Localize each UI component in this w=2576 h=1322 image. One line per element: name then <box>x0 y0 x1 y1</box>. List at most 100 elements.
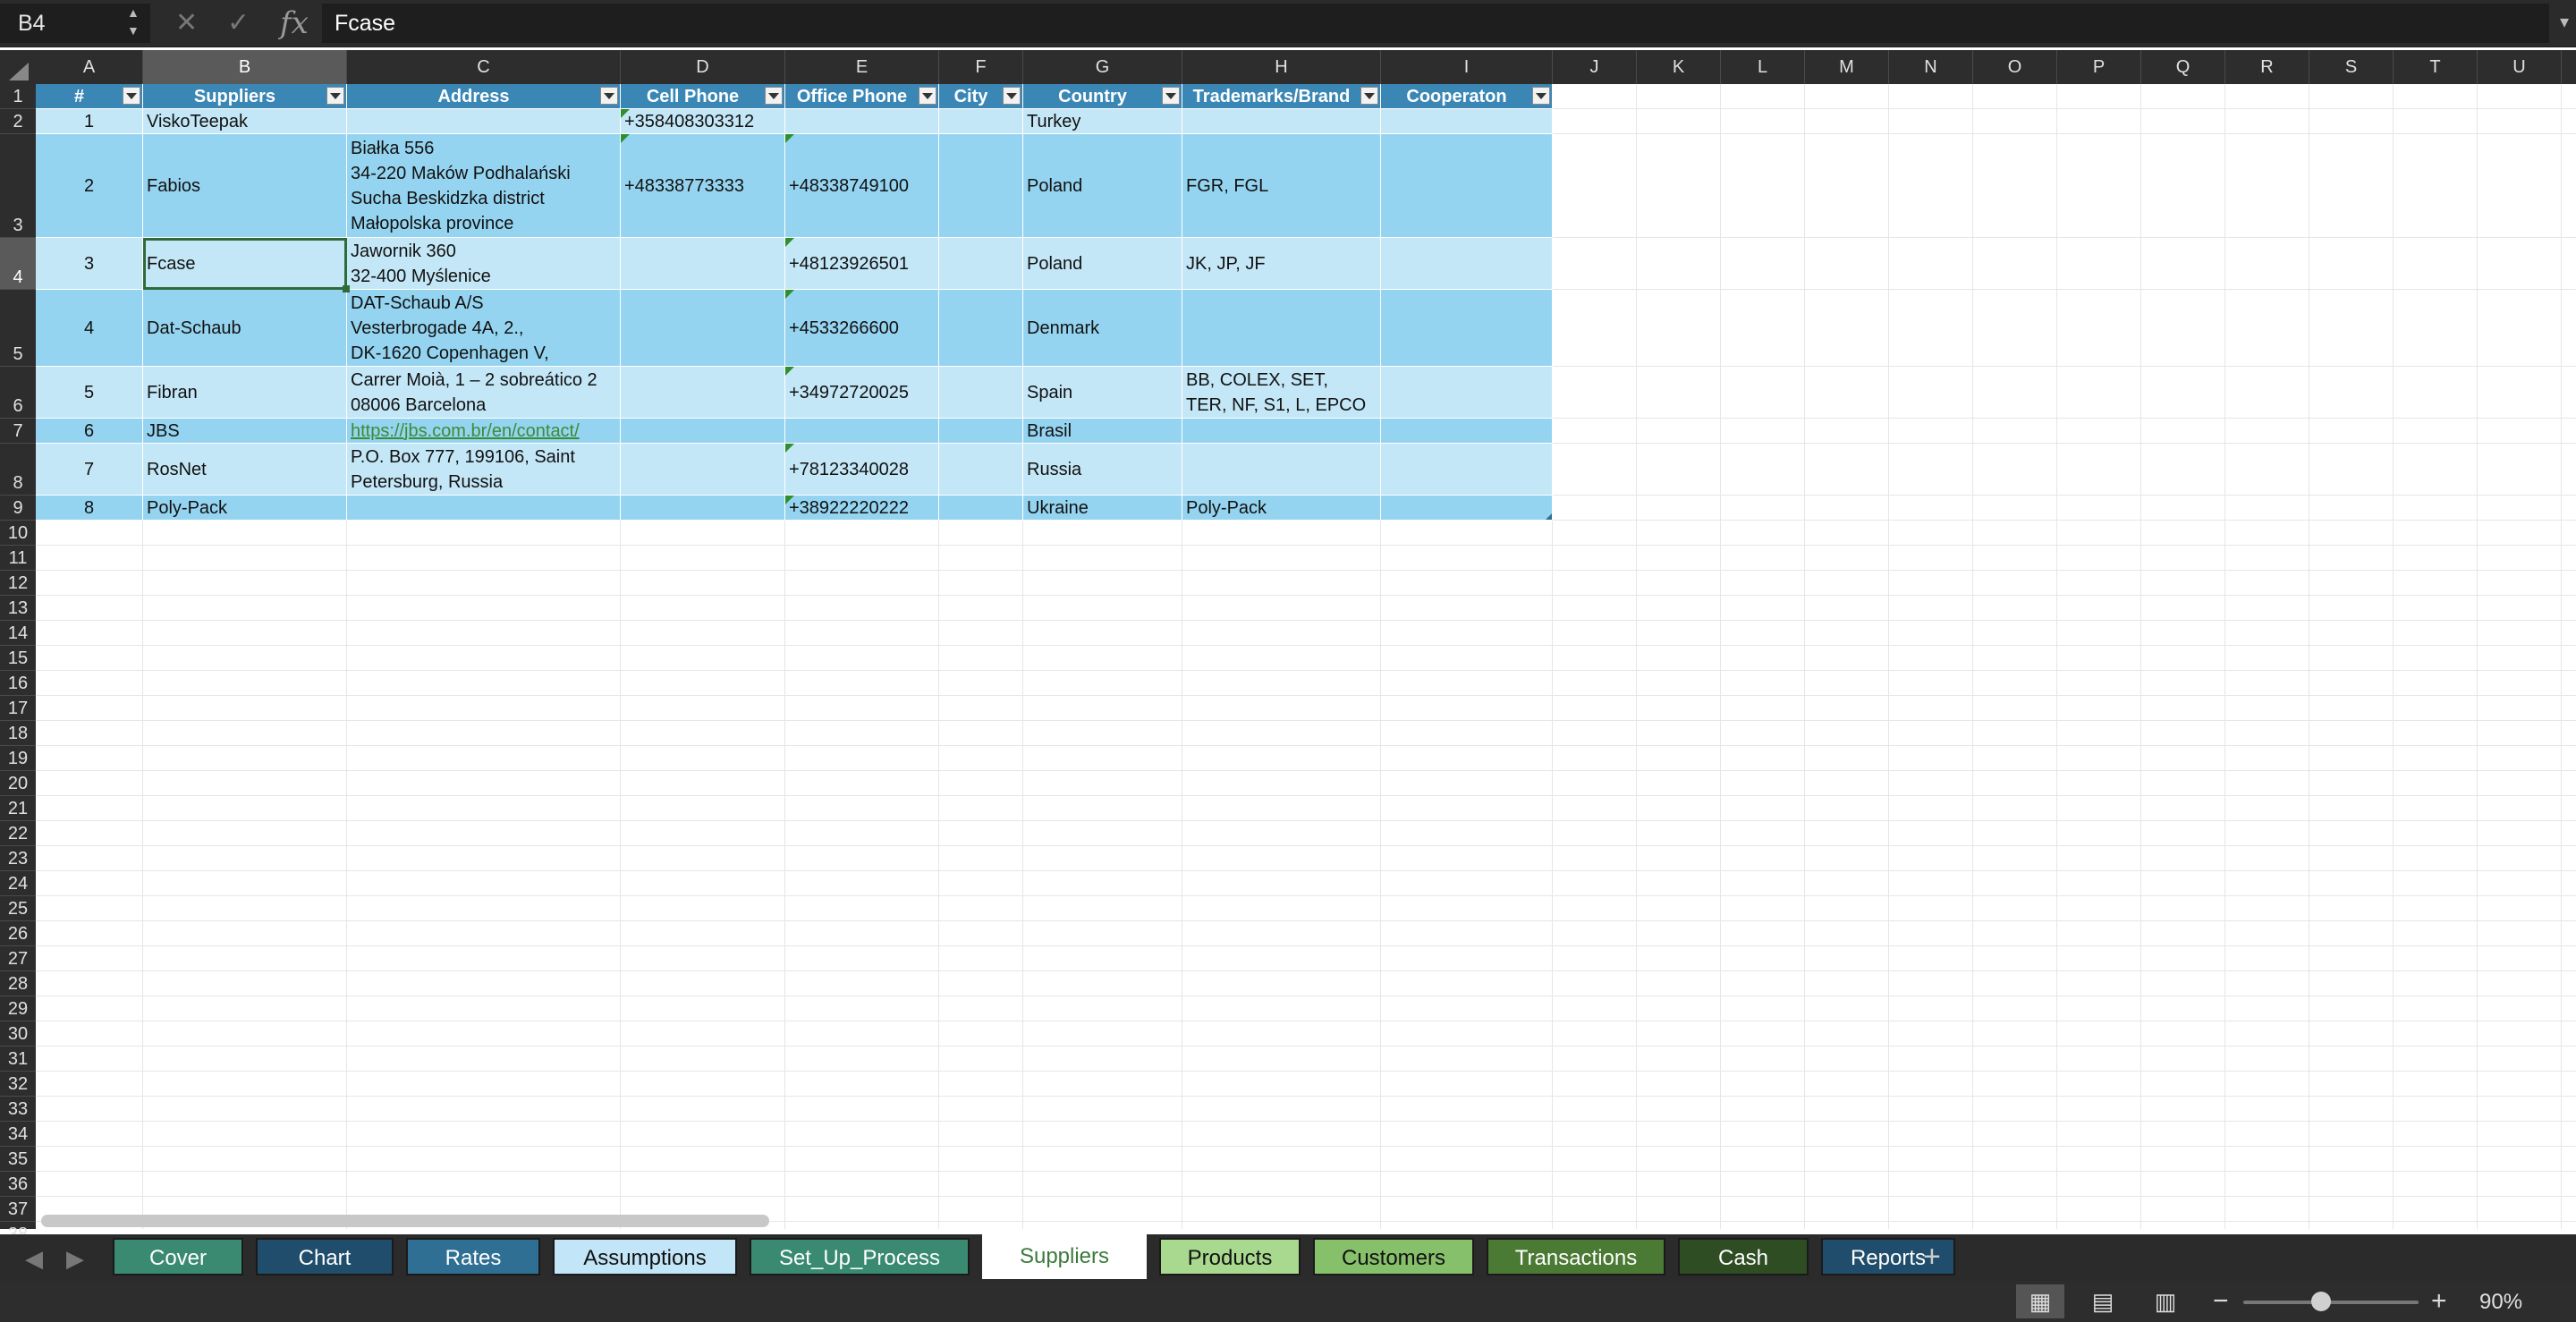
row-header-32[interactable]: 32 <box>0 1072 36 1097</box>
table-cell[interactable]: Brasil <box>1023 419 1182 444</box>
row-header-20[interactable]: 20 <box>0 771 36 796</box>
table-header-cell[interactable]: Cell Phone <box>621 84 785 109</box>
table-cell[interactable] <box>939 496 1023 521</box>
table-cell[interactable]: 6 <box>36 419 143 444</box>
table-header-cell[interactable]: Address <box>347 84 621 109</box>
table-cell[interactable]: JK, JP, JF <box>1182 238 1381 290</box>
column-header-t[interactable]: T <box>2394 50 2478 84</box>
name-box-stepper-icon[interactable]: ▲ ▼ <box>127 4 140 39</box>
column-header-k[interactable]: K <box>1637 50 1721 84</box>
enter-icon[interactable]: ✓ <box>227 7 250 39</box>
table-cell[interactable]: Dat-Schaub <box>143 290 347 367</box>
zoom-slider[interactable] <box>2243 1301 2419 1304</box>
add-sheet-icon[interactable]: + <box>1923 1238 1941 1275</box>
row-header-3[interactable]: 3 <box>0 134 36 238</box>
table-cell[interactable]: +38922220222 <box>785 496 939 521</box>
table-header-cell[interactable]: Suppliers <box>143 84 347 109</box>
filter-dropdown-icon[interactable] <box>765 87 783 105</box>
table-cell[interactable]: Turkey <box>1023 109 1182 134</box>
row-header-19[interactable]: 19 <box>0 746 36 771</box>
table-cell[interactable] <box>1182 290 1381 367</box>
table-cell[interactable]: DAT-Schaub A/S Vesterbrogade 4A, 2., DK-… <box>347 290 621 367</box>
sheet-tab-cash[interactable]: Cash <box>1678 1238 1809 1275</box>
cancel-icon[interactable]: ✕ <box>175 7 198 39</box>
column-header-g[interactable]: G <box>1023 50 1182 84</box>
table-cell[interactable]: Ukraine <box>1023 496 1182 521</box>
sheet-tab-chart[interactable]: Chart <box>256 1238 394 1275</box>
column-header-u[interactable]: U <box>2478 50 2562 84</box>
error-indicator-icon[interactable] <box>785 444 794 453</box>
column-header-h[interactable]: H <box>1182 50 1381 84</box>
column-header-d[interactable]: D <box>621 50 785 84</box>
horizontal-scrollbar[interactable] <box>41 1215 769 1227</box>
row-header-24[interactable]: 24 <box>0 871 36 896</box>
row-header-30[interactable]: 30 <box>0 1021 36 1047</box>
table-cell[interactable]: P.O. Box 777, 199106, Saint Petersburg, … <box>347 444 621 496</box>
table-cell[interactable]: +78123340028 <box>785 444 939 496</box>
sheet-tab-rates[interactable]: Rates <box>406 1238 540 1275</box>
table-cell[interactable] <box>1381 290 1553 367</box>
table-cell[interactable]: 2 <box>36 134 143 238</box>
column-header-a[interactable]: A <box>36 50 143 84</box>
row-header-26[interactable]: 26 <box>0 921 36 946</box>
table-cell[interactable]: FGR, FGL <box>1182 134 1381 238</box>
sheet-tab-transactions[interactable]: Transactions <box>1487 1238 1665 1275</box>
table-cell[interactable]: Denmark <box>1023 290 1182 367</box>
table-cell[interactable] <box>621 444 785 496</box>
table-header-cell[interactable]: Cooperaton <box>1381 84 1553 109</box>
table-cell[interactable] <box>621 238 785 290</box>
table-cell[interactable]: 4 <box>36 290 143 367</box>
table-cell[interactable]: +34972720025 <box>785 367 939 419</box>
filter-dropdown-icon[interactable] <box>326 87 344 105</box>
row-header-1[interactable]: 1 <box>0 84 36 109</box>
table-cell[interactable] <box>939 367 1023 419</box>
table-resize-handle-icon[interactable] <box>1546 513 1552 520</box>
row-header-2[interactable]: 2 <box>0 109 36 134</box>
error-indicator-icon[interactable] <box>785 290 794 299</box>
filter-dropdown-icon[interactable] <box>1162 87 1180 105</box>
table-cell[interactable] <box>347 109 621 134</box>
table-cell[interactable]: Jawornik 360 32-400 Myślenice <box>347 238 621 290</box>
table-cell[interactable]: ViskoTeepak <box>143 109 347 134</box>
row-header-35[interactable]: 35 <box>0 1147 36 1172</box>
row-header-25[interactable]: 25 <box>0 896 36 921</box>
table-cell[interactable] <box>621 290 785 367</box>
sheet-tab-products[interactable]: Products <box>1159 1238 1301 1275</box>
row-header-31[interactable]: 31 <box>0 1047 36 1072</box>
row-header-13[interactable]: 13 <box>0 596 36 621</box>
table-cell[interactable] <box>621 367 785 419</box>
table-cell[interactable] <box>939 109 1023 134</box>
table-cell[interactable]: Fibran <box>143 367 347 419</box>
row-header-18[interactable]: 18 <box>0 721 36 746</box>
sheet-tab-assumptions[interactable]: Assumptions <box>553 1238 737 1275</box>
error-indicator-icon[interactable] <box>785 238 794 247</box>
formula-input[interactable]: Fcase <box>322 4 2549 43</box>
table-cell[interactable] <box>621 496 785 521</box>
table-cell[interactable] <box>1381 367 1553 419</box>
error-indicator-icon[interactable] <box>621 109 630 118</box>
sheet-tab-set-up-process[interactable]: Set_Up_Process <box>750 1238 970 1275</box>
row-header-16[interactable]: 16 <box>0 671 36 696</box>
table-cell[interactable] <box>347 496 621 521</box>
tab-scroll-left-icon[interactable]: ◀ <box>25 1245 43 1273</box>
table-cell[interactable]: 3 <box>36 238 143 290</box>
function-icon[interactable]: fx <box>280 5 309 41</box>
error-indicator-icon[interactable] <box>621 134 630 143</box>
filter-dropdown-icon[interactable] <box>123 87 140 105</box>
normal-view-icon[interactable]: ▦ <box>2016 1284 2064 1318</box>
table-cell[interactable] <box>939 444 1023 496</box>
table-cell[interactable] <box>1381 109 1553 134</box>
column-header-m[interactable]: M <box>1805 50 1889 84</box>
row-header-8[interactable]: 8 <box>0 444 36 496</box>
table-cell[interactable]: 7 <box>36 444 143 496</box>
error-indicator-icon[interactable] <box>785 134 794 143</box>
sheet-grid[interactable]: # Suppliers Address Cell Phone Office Phone C… <box>36 84 2576 1229</box>
table-header-cell[interactable]: Trademarks/Brand <box>1182 84 1381 109</box>
table-cell[interactable]: +48123926501 <box>785 238 939 290</box>
column-header-o[interactable]: O <box>1973 50 2057 84</box>
column-header-c[interactable]: C <box>347 50 621 84</box>
table-cell[interactable]: +48338749100 <box>785 134 939 238</box>
row-header-33[interactable]: 33 <box>0 1097 36 1122</box>
table-cell[interactable]: RosNet <box>143 444 347 496</box>
table-cell[interactable]: Fabios <box>143 134 347 238</box>
